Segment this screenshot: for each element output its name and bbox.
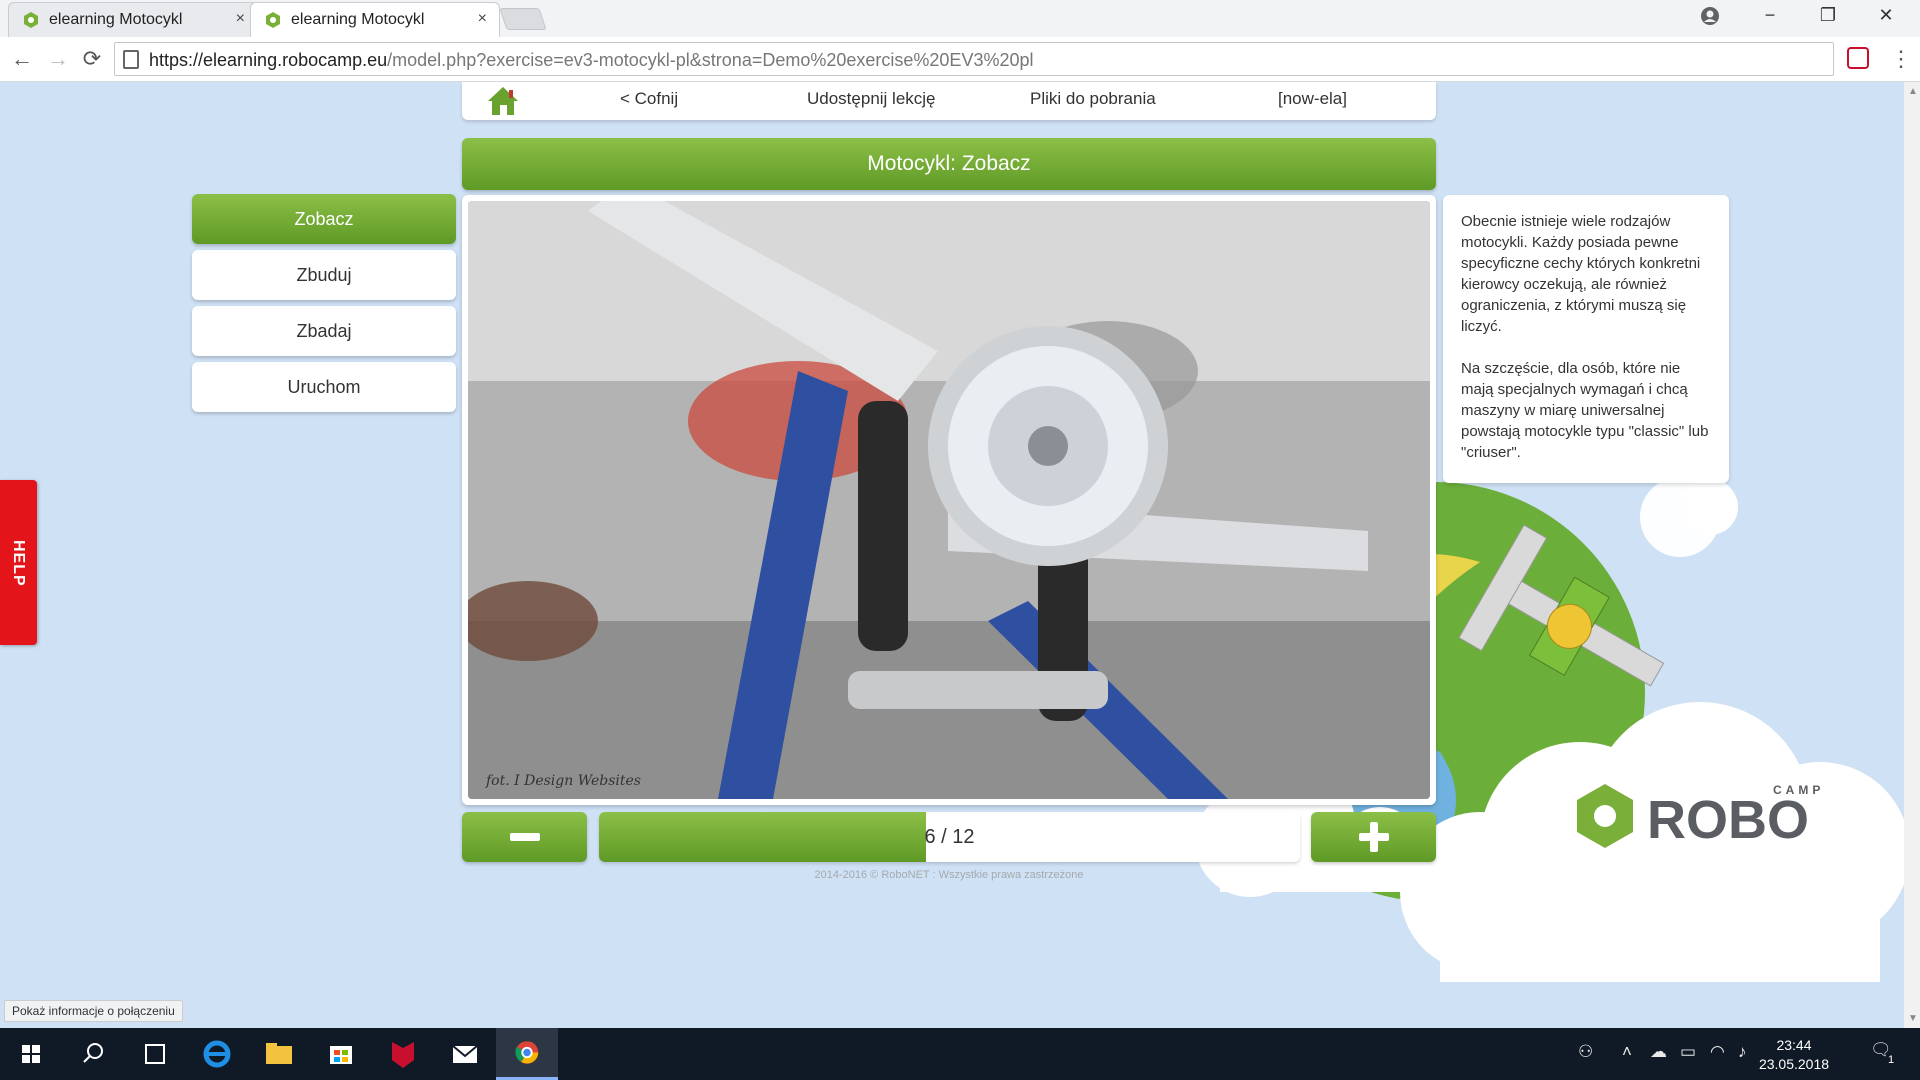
progress-bar: 6 / 12 <box>599 812 1300 862</box>
help-label: HELP <box>10 540 27 587</box>
clock-time: 23:44 <box>1776 1037 1812 1053</box>
address-bar[interactable]: https://elearning.robocamp.eu/model.php?… <box>114 42 1834 76</box>
notification-count: 1 <box>1888 1054 1895 1066</box>
lesson-title: Motocykl: Zobacz <box>462 138 1436 190</box>
robocamp-favicon-icon <box>24 12 38 28</box>
help-tab[interactable]: HELP <box>0 480 37 645</box>
share-lesson-link[interactable]: Udostępnij lekcję <box>807 89 936 109</box>
copyright: 2014-2016 © RoboNET : Wszystkie prawa za… <box>814 869 1084 881</box>
browser-tab-2[interactable]: elearning Motocykl × <box>250 2 500 37</box>
robocamp-logo-camp: CAMP <box>1773 783 1824 797</box>
volume-icon[interactable]: ♪ <box>1738 1042 1747 1062</box>
chrome-icon[interactable] <box>496 1028 558 1080</box>
user-link[interactable]: [now-ela] <box>1278 89 1347 109</box>
browser-menu-icon[interactable]: ⋮ <box>1890 46 1912 72</box>
show-hidden-icons-icon[interactable]: ˄ <box>1622 1042 1632 1062</box>
side-menu-item-zbuduj[interactable]: Zbuduj <box>192 250 456 300</box>
photo-credit: fot. I Design Websites <box>486 773 641 789</box>
page-counter: 6 / 12 <box>924 826 975 848</box>
forward-button[interactable]: → <box>44 46 72 72</box>
top-navigation: < Cofnij Udostępnij lekcję Pliki do pobr… <box>462 82 1436 120</box>
restore-button[interactable]: ❐ <box>1808 5 1848 26</box>
tab-close-icon[interactable]: × <box>236 10 245 28</box>
plus-icon-vertical <box>1370 822 1378 852</box>
file-explorer-icon[interactable] <box>248 1028 310 1080</box>
scroll-up-icon[interactable]: ▲ <box>1908 86 1918 97</box>
photo-frame: fot. I Design Websites <box>462 195 1436 805</box>
motorcycle-illustration <box>468 201 1430 799</box>
reload-button[interactable]: ⟳ <box>78 46 106 72</box>
side-menu-item-zbadaj[interactable]: Zbadaj <box>192 306 456 356</box>
description-paragraph-1: Obecnie istnieje wiele rodzajów motocykl… <box>1461 213 1701 335</box>
status-bubble: Pokaż informacje o połączeniu <box>4 1000 183 1022</box>
search-icon[interactable] <box>62 1028 124 1080</box>
browser-tabstrip: elearning Motocykl × elearning Motocykl … <box>0 0 1920 37</box>
browser-toolbar: ← → ⟳ https://elearning.robocamp.eu/mode… <box>0 37 1920 82</box>
url-text: https://elearning.robocamp.eu/model.php?… <box>149 50 1034 70</box>
onedrive-icon[interactable]: ☁ <box>1650 1042 1667 1062</box>
downloads-link[interactable]: Pliki do pobrania <box>1030 89 1156 109</box>
tab-close-icon[interactable]: × <box>478 10 487 28</box>
profile-icon[interactable] <box>1700 6 1720 26</box>
page-info-icon[interactable] <box>123 50 139 69</box>
next-page-button[interactable] <box>1311 812 1436 862</box>
close-window-button[interactable]: ✕ <box>1866 5 1906 26</box>
clock[interactable]: 23:44 23.05.2018 <box>1749 1036 1839 1074</box>
minimize-button[interactable]: − <box>1750 5 1790 26</box>
edge-icon[interactable] <box>186 1028 248 1080</box>
new-tab-button[interactable] <box>499 8 547 30</box>
wifi-icon[interactable]: ◠ <box>1710 1042 1725 1062</box>
robocamp-logo-icon: ROBO CAMP <box>1577 783 1824 850</box>
windows-start-icon[interactable] <box>0 1028 62 1080</box>
mcafee-icon[interactable] <box>372 1028 434 1080</box>
description-paragraph-2: Na szczęście, dla osób, które nie mają s… <box>1461 360 1709 461</box>
browser-tab-1[interactable]: elearning Motocykl × <box>8 2 258 37</box>
clock-date: 23.05.2018 <box>1758 1056 1830 1072</box>
mail-icon[interactable] <box>434 1028 496 1080</box>
windows-taskbar: ⚇ ˄ ☁ ▭ ◠ ♪ 23:44 23.05.2018 🗨 1 <box>0 1028 1920 1080</box>
back-link[interactable]: < Cofnij <box>620 89 678 109</box>
scroll-down-icon[interactable]: ▼ <box>1908 1013 1918 1024</box>
previous-page-button[interactable] <box>462 812 587 862</box>
minus-icon <box>510 833 540 841</box>
back-button[interactable]: ← <box>8 46 36 72</box>
store-icon[interactable] <box>310 1028 372 1080</box>
people-icon[interactable]: ⚇ <box>1578 1042 1593 1062</box>
robocamp-logo-robo: ROBO <box>1647 790 1809 850</box>
extension-icon[interactable] <box>1847 47 1869 69</box>
home-icon[interactable] <box>486 85 520 117</box>
page-content: ROBO CAMP < Cofnij Udostępnij lekcję Pli… <box>0 82 1904 1028</box>
tab-title: elearning Motocykl <box>49 11 183 28</box>
side-menu-item-zobacz[interactable]: Zobacz <box>192 194 456 244</box>
side-menu-item-uruchom[interactable]: Uruchom <box>192 362 456 412</box>
task-view-icon[interactable] <box>124 1028 186 1080</box>
motorcycle-photo: fot. I Design Websites <box>468 201 1430 799</box>
pager: 6 / 12 <box>462 812 1436 862</box>
battery-icon[interactable]: ▭ <box>1680 1042 1696 1062</box>
page-scrollbar[interactable]: ▲ ▼ <box>1904 82 1920 1028</box>
description-panel: Obecnie istnieje wiele rodzajów motocykl… <box>1443 195 1729 483</box>
robocamp-favicon-icon <box>266 12 280 28</box>
side-menu: Zobacz Zbuduj Zbadaj Uruchom <box>192 194 456 418</box>
tab-title: elearning Motocykl <box>291 11 425 28</box>
